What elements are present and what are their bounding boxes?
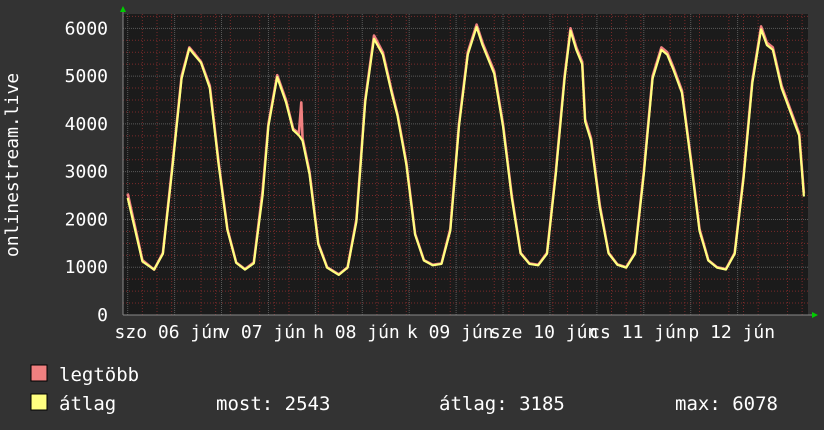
legend-label-avg: átlag [59,393,116,415]
legend-swatch-avg [30,393,48,411]
legend-swatch-max [30,364,48,382]
y-tick-label: 5000 [65,66,108,87]
y-tick-label: 4000 [65,114,108,135]
legend-label-max: legtöbb [59,364,139,386]
x-tick-label: cs 11 jún [589,322,687,343]
x-axis-ticks: szo 06 júnv 07 jún h 08 jún k 09 júnsze 10… [115,322,776,343]
legend-max-value: max: 6078 [675,393,778,415]
x-tick-label: v 07 jún [219,322,306,343]
x-tick-label: h 08 jún [313,322,400,343]
x-tick-label: p 12 jún [688,322,775,343]
y-tick-label: 0 [97,305,108,326]
x-tick-label: sze 10 jún [490,322,598,343]
x-tick-label: k 09 jún [407,322,494,343]
y-tick-label: 6000 [65,18,108,39]
y-tick-label: 2000 [65,209,108,230]
y-tick-label: 3000 [65,162,108,183]
y-axis-label: onlinestream.live [2,73,23,257]
legend-now-value: most: 2543 [216,393,330,415]
chart: 0 1000 2000 3000 4000 5000 6000 szo 06 júnv 07… [0,0,824,430]
y-tick-label: 1000 [65,257,108,278]
plot-area [123,14,808,315]
x-tick-label: szo 06 jún [115,322,223,343]
legend-average-value: átlag: 3185 [439,393,565,415]
